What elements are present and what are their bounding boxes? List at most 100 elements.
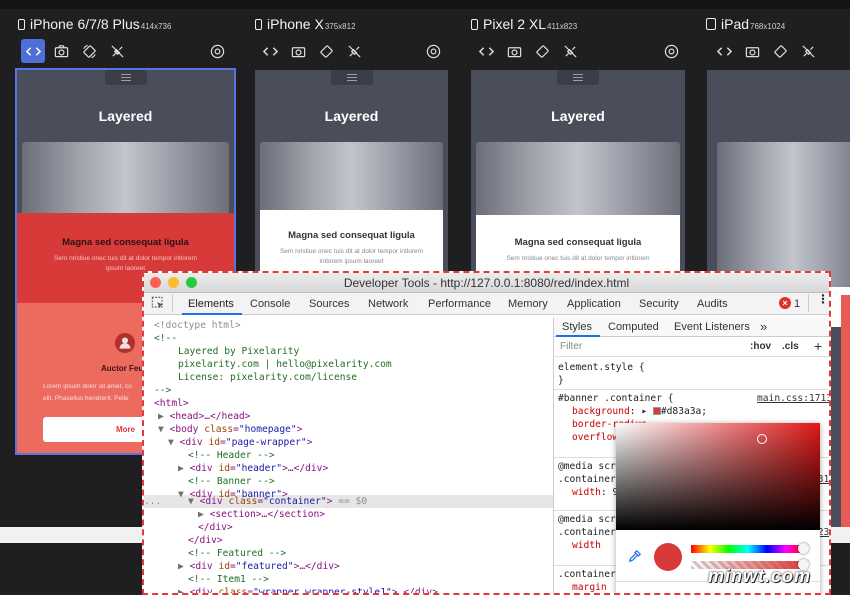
tab-sources[interactable]: Sources — [309, 298, 349, 310]
close-window-button[interactable] — [150, 277, 161, 288]
device-size: 375x812 — [324, 22, 356, 31]
inspect-code-button[interactable] — [258, 39, 282, 63]
inspect-code-button[interactable] — [474, 39, 498, 63]
tab-event-listeners[interactable]: Event Listeners — [674, 321, 750, 333]
rotate-button[interactable] — [530, 39, 554, 63]
open-browser-button[interactable] — [421, 39, 445, 63]
styles-filter-bar[interactable]: Filter :hov .cls + — [554, 337, 829, 357]
devtools-tabbar: Elements Console Sources Network Perform… — [144, 293, 829, 315]
element-style-rule[interactable]: element.style { — [558, 362, 645, 373]
dom-line-selected[interactable]: ... — [144, 495, 161, 508]
hue-slider[interactable] — [691, 545, 805, 553]
disable-sync-button[interactable] — [796, 39, 820, 63]
tab-memory[interactable]: Memory — [508, 298, 548, 310]
rotate-button[interactable] — [768, 39, 792, 63]
rotate-button[interactable] — [314, 39, 338, 63]
banner-content: Magna sed consequat ligula Sem nristiue … — [17, 237, 234, 274]
dom-line[interactable]: <html> — [154, 397, 189, 410]
device-title-iphone-x[interactable]: iPhone X375x812 — [255, 16, 356, 32]
menu-toggle[interactable] — [557, 70, 599, 85]
elements-panel[interactable]: <!doctype html> <!-- Layered by Pixelari… — [144, 317, 553, 593]
screenshot-button[interactable] — [49, 39, 73, 63]
dom-line[interactable]: pixelarity.com | hello@pixelarity.com — [178, 358, 392, 371]
current-color-swatch — [654, 543, 682, 571]
rule-selector[interactable]: .container — [558, 527, 616, 538]
margin-declaration[interactable]: margin — [572, 582, 607, 593]
device-title-pixel[interactable]: Pixel 2 XL411x823 — [471, 16, 577, 32]
dom-line[interactable]: ▼ <body class="homepage"> — [158, 423, 302, 436]
screenshot-button[interactable] — [502, 39, 526, 63]
class-toggle[interactable]: .cls — [782, 341, 799, 352]
dom-line[interactable]: ▶ <head>…</head> — [158, 410, 250, 423]
inspect-element-icon[interactable] — [151, 296, 165, 313]
inspect-code-button[interactable] — [21, 39, 45, 63]
filter-input[interactable]: Filter — [560, 341, 582, 352]
minimize-window-button[interactable] — [168, 277, 179, 288]
dom-line[interactable]: ▶ <div class="wrapper wrapper-style1">…<… — [178, 586, 438, 593]
dom-line[interactable]: <!-- — [154, 332, 177, 345]
background-declaration[interactable]: background: ▸ #d83a3a; — [572, 406, 707, 417]
saturation-handle[interactable] — [757, 434, 767, 444]
camera-icon — [507, 46, 521, 57]
rule-selector[interactable]: #banner .container { — [558, 393, 674, 404]
device-screen-iphone-x[interactable]: Layered Magna sed consequat ligula Sem n… — [255, 70, 448, 280]
width-declaration[interactable]: width: 9 — [572, 487, 618, 498]
rule-source-link[interactable]: main.css:1713 — [757, 393, 829, 404]
dom-line[interactable]: License: pixelarity.com/license — [178, 371, 357, 384]
hue-slider-knob[interactable] — [798, 543, 809, 554]
phone-icon — [255, 19, 262, 30]
saturation-area[interactable] — [616, 423, 820, 530]
dom-line[interactable]: ▼ <div id="page-wrapper"> — [168, 436, 312, 449]
menu-toggle[interactable] — [104, 70, 147, 85]
device-title-iphone-plus[interactable]: iPhone 6/7/8 Plus414x736 — [18, 16, 171, 32]
hover-state-toggle[interactable]: :hov — [750, 341, 771, 352]
tab-network[interactable]: Network — [368, 298, 408, 310]
dom-line[interactable]: Layered by Pixelarity — [178, 345, 299, 358]
zoom-window-button[interactable] — [186, 277, 197, 288]
tab-styles[interactable]: Styles — [562, 321, 592, 333]
dom-line[interactable]: ▶ <div id="header">…</div> — [178, 462, 328, 475]
tab-computed[interactable]: Computed — [608, 321, 659, 333]
tab-security[interactable]: Security — [639, 298, 679, 310]
dom-line-selected[interactable]: ▼ <div class="container"> == $0 — [188, 495, 367, 508]
tab-audits[interactable]: Audits — [697, 298, 728, 310]
eyedropper-icon[interactable] — [628, 549, 642, 568]
disable-sync-button[interactable] — [105, 39, 129, 63]
screenshot-button[interactable] — [740, 39, 764, 63]
device-screen-pixel[interactable]: Layered Magna sed consequat ligula Sem n… — [471, 70, 685, 280]
dom-line[interactable]: </div> — [198, 521, 233, 534]
dom-line[interactable]: <!-- Banner --> — [188, 475, 275, 488]
dom-line[interactable]: <!-- Featured --> — [188, 547, 286, 560]
error-icon[interactable]: × — [779, 297, 791, 309]
tab-separator — [808, 294, 809, 312]
tab-console[interactable]: Console — [250, 298, 290, 310]
dom-line[interactable]: ▶ <section>…</section> — [198, 508, 325, 521]
dom-line[interactable]: ▶ <div id="featured">…</div> — [178, 560, 340, 573]
width-declaration[interactable]: width — [572, 540, 601, 551]
open-browser-button[interactable] — [205, 39, 229, 63]
rotate-button[interactable] — [77, 39, 101, 63]
tab-application[interactable]: Application — [567, 298, 621, 310]
dom-line[interactable]: <!-- Item1 --> — [188, 573, 269, 586]
dom-line[interactable]: </div> — [188, 534, 223, 547]
devtools-window[interactable]: Developer Tools - http://127.0.0.1:8080/… — [142, 271, 831, 595]
inspect-code-button[interactable] — [712, 39, 736, 63]
open-browser-button[interactable] — [659, 39, 683, 63]
overflow-declaration[interactable]: overflow — [572, 432, 618, 443]
more-options-icon[interactable]: ⋮ — [817, 293, 829, 305]
rule-selector[interactable]: .container — [558, 569, 616, 580]
more-tabs-icon[interactable]: » — [760, 319, 767, 334]
dom-line[interactable]: <!-- Header --> — [188, 449, 275, 462]
rule-selector[interactable]: .container — [558, 474, 616, 485]
menu-toggle[interactable] — [330, 70, 373, 85]
tab-elements[interactable]: Elements — [188, 298, 234, 310]
new-rule-button[interactable]: + — [814, 338, 822, 354]
device-title-ipad[interactable]: iPad768x1024 — [706, 16, 785, 32]
tab-performance[interactable]: Performance — [428, 298, 491, 310]
dom-line[interactable]: <!doctype html> — [154, 319, 241, 332]
dom-line[interactable]: --> — [154, 384, 171, 397]
color-swatch[interactable] — [652, 407, 661, 415]
screenshot-button[interactable] — [286, 39, 310, 63]
disable-sync-button[interactable] — [558, 39, 582, 63]
disable-sync-button[interactable] — [342, 39, 366, 63]
